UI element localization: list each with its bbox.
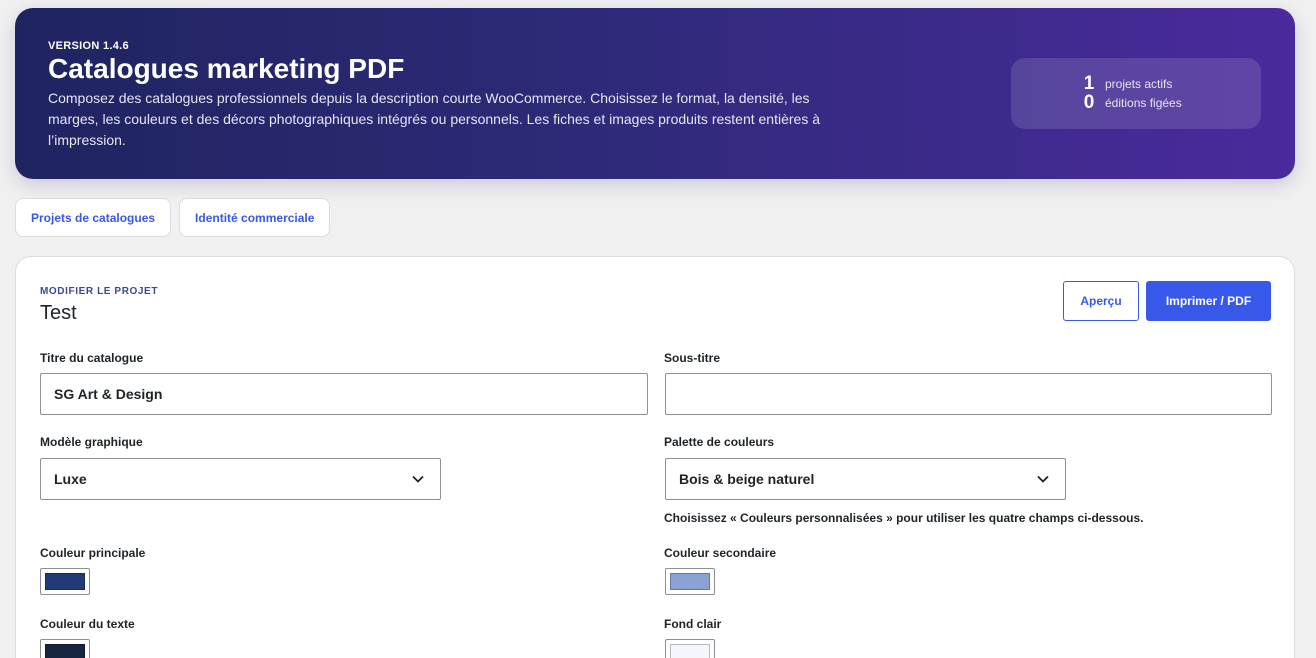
secondary-color-picker[interactable]: [665, 568, 715, 595]
template-value: Luxe: [54, 471, 87, 487]
chevron-down-icon: [412, 475, 424, 483]
frozen-editions-label: éditions figées: [1105, 96, 1182, 110]
hero-banner: VERSION 1.4.6 Catalogues marketing PDF C…: [15, 8, 1295, 179]
text-color-label: Couleur du texte: [40, 617, 135, 631]
palette-label: Palette de couleurs: [664, 435, 775, 449]
catalog-title-input[interactable]: SG Art & Design: [40, 373, 648, 415]
light-bg-fill: [670, 644, 710, 658]
palette-select[interactable]: Bois & beige naturel: [665, 458, 1066, 500]
section-eyebrow: MODIFIER LE PROJET: [40, 286, 159, 297]
light-bg-picker[interactable]: [665, 639, 715, 658]
hero-description: Composez des catalogues professionnels d…: [48, 90, 820, 148]
tab-projets-catalogues[interactable]: Projets de catalogues: [15, 198, 172, 237]
text-color-fill: [45, 644, 85, 658]
active-projects-label: projets actifs: [1105, 77, 1173, 91]
stats-card: 1 projets actifs 0 éditions figées: [1011, 58, 1261, 129]
stat-frozen-editions: 0 éditions figées: [1081, 92, 1182, 113]
template-select[interactable]: Luxe: [40, 458, 441, 500]
frozen-editions-count: 0: [1083, 92, 1095, 113]
primary-color-fill: [45, 573, 85, 590]
palette-value: Bois & beige naturel: [679, 471, 815, 487]
secondary-color-fill: [670, 573, 710, 590]
stat-active-projects: 1 projets actifs: [1081, 73, 1173, 94]
page-title: Catalogues marketing PDF: [48, 53, 405, 84]
chevron-down-icon: [1037, 475, 1049, 483]
preview-button[interactable]: Aperçu: [1063, 281, 1139, 321]
tabs-nav: Projets de catalogues Identité commercia…: [15, 198, 331, 237]
version-label: VERSION 1.4.6: [48, 40, 129, 52]
catalog-title-label: Titre du catalogue: [40, 351, 144, 365]
palette-hint: Choisissez « Couleurs personnalisées » p…: [664, 511, 1144, 525]
subtitle-label: Sous-titre: [664, 351, 721, 365]
edit-project-panel: MODIFIER LE PROJET Test Aperçu Imprimer …: [15, 256, 1295, 658]
primary-color-picker[interactable]: [40, 568, 90, 595]
catalog-title-value: SG Art & Design: [54, 386, 163, 402]
project-name: Test: [40, 302, 77, 324]
template-label: Modèle graphique: [40, 435, 143, 449]
tab-identite-commerciale[interactable]: Identité commerciale: [179, 198, 331, 237]
subtitle-input[interactable]: [665, 373, 1272, 415]
print-pdf-button[interactable]: Imprimer / PDF: [1146, 281, 1271, 321]
primary-color-label: Couleur principale: [40, 546, 146, 560]
text-color-picker[interactable]: [40, 639, 90, 658]
secondary-color-label: Couleur secondaire: [664, 546, 777, 560]
light-bg-label: Fond clair: [664, 617, 722, 631]
